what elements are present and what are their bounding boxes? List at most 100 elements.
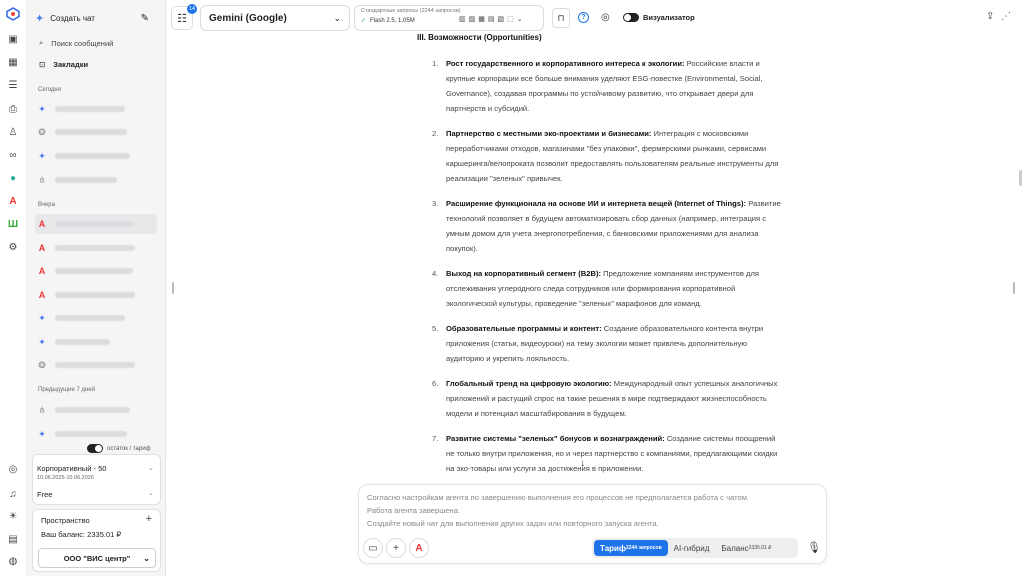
share-icon[interactable]: ⋰ (1001, 11, 1011, 22)
gemini-icon: ✦ (38, 103, 46, 114)
chat-item[interactable]: ⋔ (35, 400, 157, 420)
model-select[interactable]: Gemini (Google) ⌄ (200, 5, 350, 31)
plan-name: Корпоративный - 50 (37, 464, 107, 473)
model-label: Gemini (Google) (209, 12, 287, 24)
document-icon[interactable]: ▤ (6, 532, 20, 546)
attach-button[interactable]: + (386, 538, 406, 558)
new-chat-button[interactable]: ✦ Создать чат ✎ (35, 10, 157, 26)
list-item: 4. Выход на корпоративный сегмент (B2B): … (412, 266, 782, 311)
chat-item[interactable]: A (35, 285, 157, 305)
chat-item[interactable]: ✦ (35, 424, 157, 444)
globe-icon[interactable]: ◍ (6, 554, 20, 568)
list-item: 3. Расширение функционала на основе ИИ и … (412, 196, 782, 256)
hybrid-label: AI-гибрид (673, 543, 710, 553)
plan-card[interactable]: Корпоративный - 50 10.06.2025-10.06.2026… (32, 454, 161, 505)
model-variant: Flash 2.5, 1,05M (370, 17, 415, 24)
chevron-down-icon[interactable]: ⌄ (148, 489, 154, 497)
sidebar-toggle-icon[interactable]: ▣ (6, 32, 20, 46)
item-number: 2. (432, 129, 439, 138)
a-app-icon[interactable]: A (6, 194, 20, 208)
chat-item[interactable]: ❂ (35, 122, 157, 142)
app-logo-icon[interactable] (6, 7, 20, 21)
list-icon[interactable]: ☰ (6, 78, 20, 92)
chevron-down-icon[interactable]: ⌄ (517, 15, 523, 23)
chat-item[interactable]: A (35, 261, 157, 281)
help-icon[interactable]: ? (578, 12, 589, 23)
microphone-icon[interactable]: 🎙 (807, 541, 821, 554)
icon-rail: ▣ ▦ ☰ ⎙ ♙ ∞ ● A Ш ⚙ ◎ ♫ ☀ ▤ ◍ (0, 0, 27, 576)
balance-toggle[interactable]: остаток / тариф (87, 444, 151, 453)
scrollbar[interactable] (1019, 170, 1022, 186)
toggle-switch[interactable] (87, 444, 103, 453)
item-title: Партнерство с местными эко-проектами и б… (446, 129, 652, 138)
chevron-down-icon[interactable]: ⌄ (148, 464, 154, 472)
item-number: 4. (432, 269, 439, 278)
ai-hybrid-option[interactable]: AI-гибрид (668, 540, 716, 556)
chat-icon: ▭ (368, 542, 378, 554)
a-app-icon: A (38, 290, 46, 300)
table-icon[interactable]: ▦ (6, 55, 20, 69)
infinity-icon[interactable]: ∞ (6, 148, 20, 162)
item-title: Глобальный тренд на цифровую экологию: (446, 379, 612, 388)
list-item: 2. Партнерство с местными эко-проектами и… (412, 126, 782, 186)
chat-item[interactable]: ✦ (35, 146, 157, 166)
chat-item[interactable]: ⋔ (35, 170, 157, 190)
visualizer-toggle[interactable] (623, 13, 639, 22)
list-item: 7. Развитие системы "зеленых" бонусов и в… (412, 431, 782, 476)
bookmarks-item[interactable]: ⊡ Закладки (35, 57, 157, 71)
plan-free: Free (37, 490, 53, 499)
filters-badge: 14 (187, 4, 197, 14)
requests-panel[interactable]: Стандартные запросы (2244 запросов) ✓ Fl… (354, 5, 544, 31)
a-app-icon: A (38, 243, 46, 253)
prompts-button[interactable]: ▭ (363, 538, 383, 558)
item-number: 6. (432, 379, 439, 388)
chat-item[interactable]: ✦ (35, 332, 157, 352)
org-label: ООО "ВИС центр" (63, 553, 131, 563)
sun-icon[interactable]: ☀ (6, 509, 20, 523)
balance-option[interactable]: Баланс 2335.01 ₽ (715, 540, 777, 556)
plan-dates: 10.06.2025-10.06.2026 (37, 475, 94, 481)
list-item: 6. Глобальный тренд на цифровую экологию:… (412, 376, 782, 421)
bell-icon[interactable]: ♫ (6, 487, 20, 501)
list-item: 5. Образовательные программы и контент: С… (412, 321, 782, 366)
chevron-down-icon: ⌄ (333, 12, 341, 23)
chat-item[interactable]: ✦ (35, 99, 157, 119)
resize-handle-left[interactable] (172, 282, 174, 294)
sparkle-icon: ✦ (35, 12, 45, 25)
agent-button[interactable]: A (409, 538, 429, 558)
chat-item-active[interactable]: A (35, 214, 157, 234)
printer-icon[interactable]: ⎙ (6, 102, 20, 116)
item-number: 1. (432, 59, 439, 68)
search-messages[interactable]: ⌕ Поиск сообщений (35, 36, 157, 50)
a-app-icon: A (415, 542, 423, 554)
chat-item[interactable]: ❂ (35, 355, 157, 375)
search-icon: ⌕ (39, 38, 44, 47)
headset-icon[interactable]: ◎ (601, 12, 610, 23)
sh-app-icon[interactable]: Ш (6, 217, 20, 231)
users-icon[interactable]: ♙ (6, 125, 20, 139)
section-yesterday: Вчера (38, 202, 55, 208)
message-content: III. Возможности (Opportunities) 1. Рост … (412, 30, 782, 486)
scroll-down-icon[interactable]: ↓ (580, 458, 585, 469)
download-icon[interactable]: ⇪ (986, 11, 994, 22)
item-number: 3. (432, 199, 439, 208)
edit-icon[interactable]: ✎ (141, 13, 149, 24)
message-line: Создайте новый чат для выполнения других… (367, 519, 659, 528)
tariff-sup: 2244 запросов (625, 545, 662, 551)
bookmark-button[interactable]: ⊓ (552, 8, 570, 28)
settings-icon[interactable]: ⚙ (6, 240, 20, 254)
billing-mode-switch[interactable]: Тариф 2244 запросов AI-гибрид Баланс 2335.… (592, 538, 798, 558)
palette-icon[interactable]: ● (6, 171, 20, 185)
chat-item[interactable]: ✦ (35, 308, 157, 328)
resize-handle-right[interactable] (1013, 282, 1015, 294)
chat-item[interactable]: A (35, 238, 157, 258)
doc-icon: ▧ (497, 16, 505, 23)
bookmark-icon: ⊓ (557, 12, 565, 23)
agent-finished-message: Согласно настройкам агента по завершению… (367, 491, 749, 530)
gemini-icon: ✦ (38, 336, 46, 347)
headset-icon[interactable]: ◎ (6, 462, 20, 476)
tariff-option[interactable]: Тариф 2244 запросов (594, 540, 668, 556)
plus-icon[interactable]: + (146, 513, 152, 525)
org-select[interactable]: ООО "ВИС центр" ⌄ (38, 548, 156, 568)
section-prev7: Предыдущие 7 дней (38, 387, 95, 393)
